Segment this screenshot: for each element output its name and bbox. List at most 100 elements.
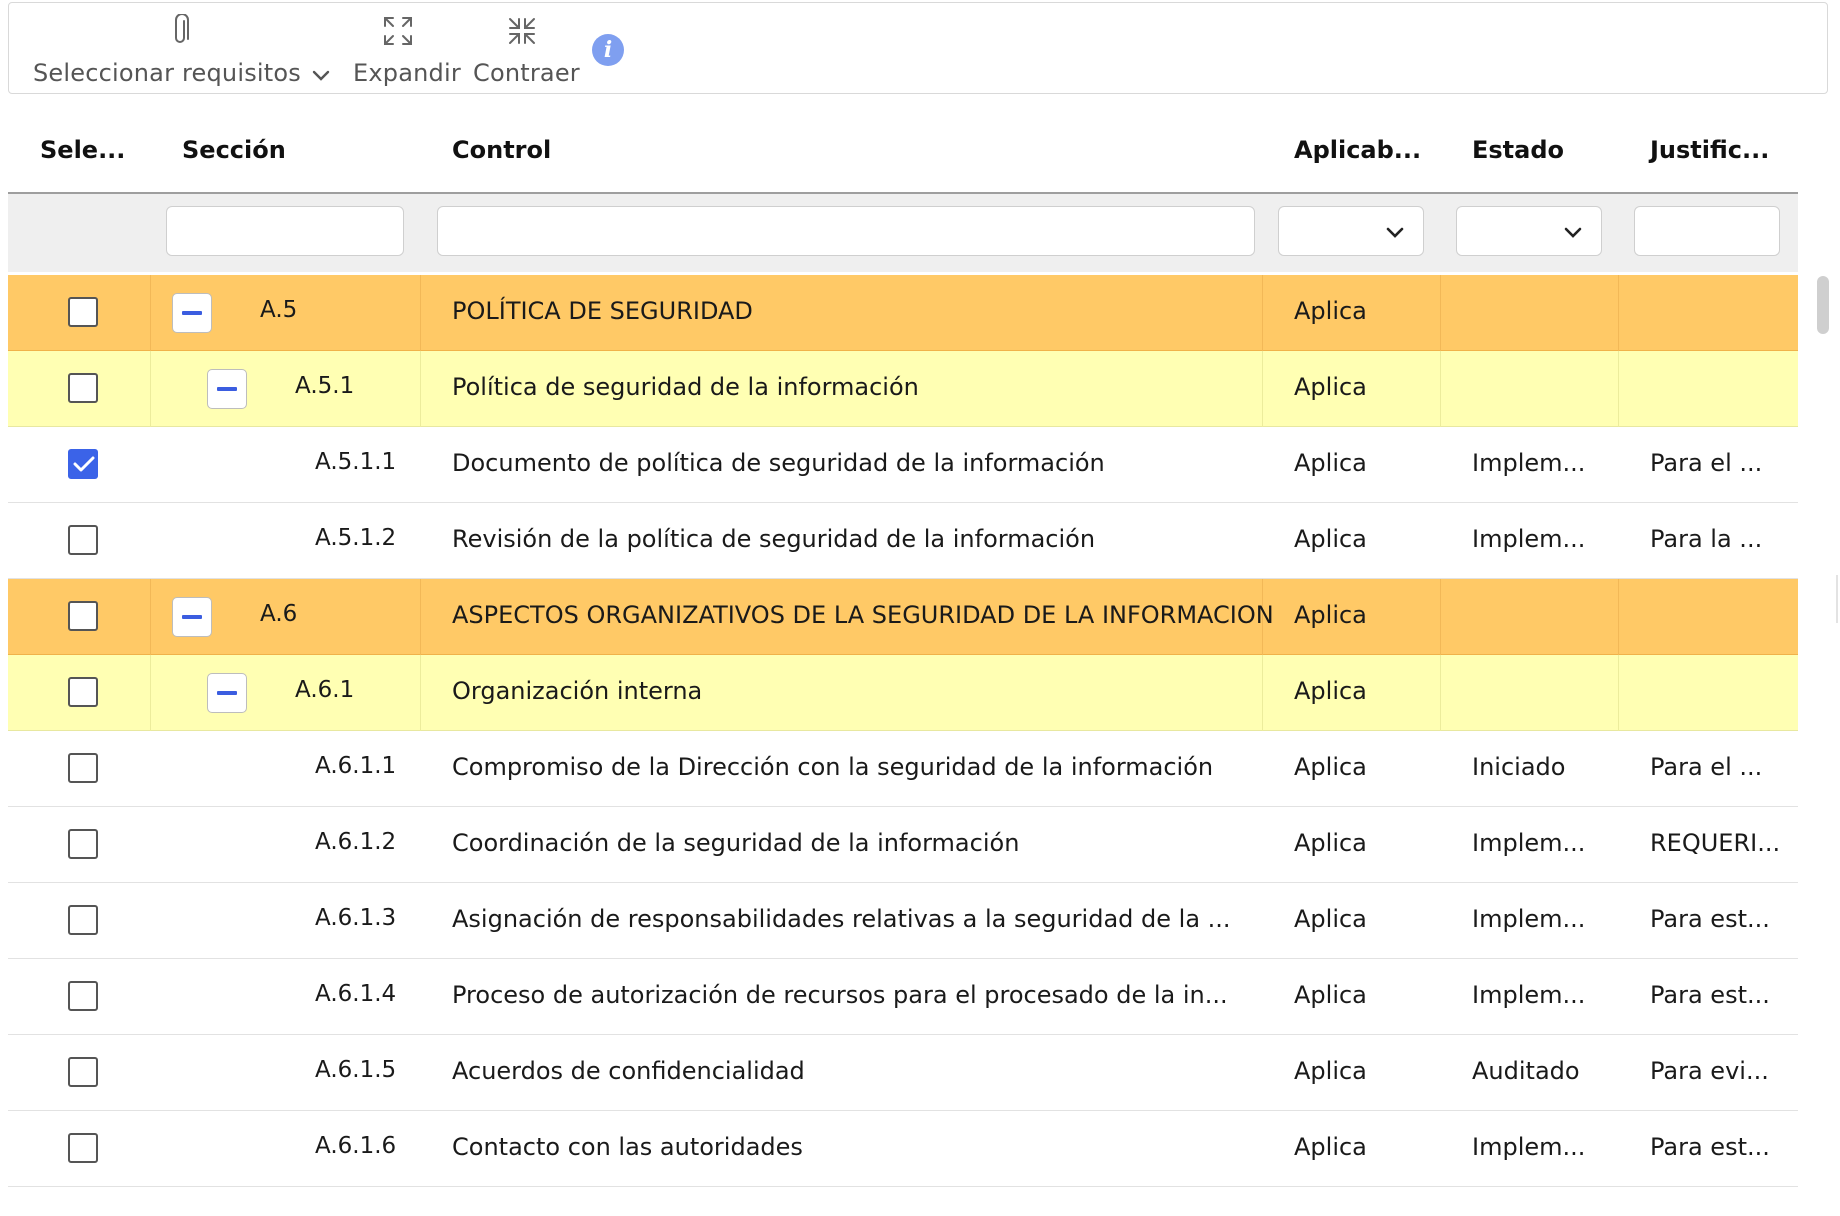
control-cell[interactable]: Documento de política de seguridad de la…: [452, 449, 1105, 477]
expand-button[interactable]: Expandir: [344, 3, 461, 95]
table-row[interactable]: A.5.1.2 Revisión de la política de seguri…: [8, 503, 1798, 579]
row-checkbox[interactable]: [68, 601, 98, 631]
column-header-control[interactable]: Control: [452, 136, 551, 164]
row-checkbox[interactable]: [68, 677, 98, 707]
column-separator: [1262, 731, 1263, 807]
column-separator: [1262, 427, 1263, 503]
applicability-cell: Aplica: [1294, 601, 1367, 629]
status-cell: Implem...: [1472, 905, 1586, 933]
section-filter-input[interactable]: [166, 206, 404, 256]
collapse-toggle-button[interactable]: [172, 597, 212, 637]
justification-cell: Para el ...: [1650, 753, 1763, 781]
column-separator: [150, 807, 151, 883]
status-filter-select[interactable]: [1456, 206, 1602, 256]
justification-cell: REQUERI...: [1650, 829, 1781, 857]
control-cell[interactable]: Coordinación de la seguridad de la infor…: [452, 829, 1019, 857]
minus-icon: [217, 387, 237, 391]
column-separator: [1618, 731, 1619, 807]
column-separator: [1618, 351, 1619, 427]
row-checkbox[interactable]: [68, 449, 98, 479]
column-separator: [150, 959, 151, 1035]
column-separator: [1262, 503, 1263, 579]
column-header-section[interactable]: Sección: [182, 136, 286, 164]
group-row[interactable]: A.6 ASPECTOS ORGANIZATIVOS DE LA SEGURIDA…: [8, 579, 1798, 655]
control-cell[interactable]: Contacto con las autoridades: [452, 1133, 803, 1161]
collapse-toggle-button[interactable]: [207, 369, 247, 409]
table-row[interactable]: A.6.1.5 Acuerdos de confidencialidad Aplic…: [8, 1035, 1798, 1111]
column-separator: [1618, 275, 1619, 351]
row-checkbox[interactable]: [68, 297, 98, 327]
column-separator: [420, 351, 421, 427]
control-cell[interactable]: Organización interna: [452, 677, 702, 705]
justification-filter-input[interactable]: [1634, 206, 1780, 256]
control-filter-input[interactable]: [437, 206, 1255, 256]
column-separator: [1440, 503, 1441, 579]
chevron-down-icon: [312, 60, 330, 88]
column-separator: [1440, 1111, 1441, 1187]
collapse-toggle-button[interactable]: [207, 673, 247, 713]
applicability-cell: Aplica: [1294, 373, 1367, 401]
row-checkbox[interactable]: [68, 373, 98, 403]
column-separator: [420, 883, 421, 959]
row-checkbox[interactable]: [68, 829, 98, 859]
column-separator: [1618, 579, 1619, 655]
row-checkbox[interactable]: [68, 525, 98, 555]
status-cell: Iniciado: [1472, 753, 1566, 781]
column-header-select[interactable]: Sele...: [40, 136, 125, 164]
column-separator: [1618, 503, 1619, 579]
column-separator: [420, 655, 421, 731]
table-row[interactable]: A.6.1.2 Coordinación de la seguridad de l…: [8, 807, 1798, 883]
column-separator: [420, 807, 421, 883]
group-row[interactable]: A.5 POLÍTICA DE SEGURIDAD Aplica: [8, 275, 1798, 351]
collapse-button[interactable]: Contraer: [464, 3, 584, 95]
control-cell[interactable]: Proceso de autorización de recursos para…: [452, 981, 1228, 1009]
justification-cell: Para la ...: [1650, 525, 1763, 553]
row-checkbox[interactable]: [68, 1133, 98, 1163]
scroll-edge-handle[interactable]: [1836, 575, 1838, 623]
column-separator: [150, 275, 151, 351]
column-header-justification[interactable]: Justific...: [1650, 136, 1769, 164]
row-checkbox[interactable]: [68, 905, 98, 935]
column-separator: [1262, 275, 1263, 351]
applicability-filter-select[interactable]: [1278, 206, 1424, 256]
column-separator: [1440, 1035, 1441, 1111]
table-row[interactable]: A.6.1.1 Compromiso de la Dirección con la…: [8, 731, 1798, 807]
control-cell[interactable]: POLÍTICA DE SEGURIDAD: [452, 297, 753, 325]
section-cell: A.6.1.3: [315, 905, 397, 931]
control-cell[interactable]: Acuerdos de confidencialidad: [452, 1057, 805, 1085]
info-icon[interactable]: i: [592, 34, 624, 66]
table-row[interactable]: A.6.1.3 Asignación de responsabilidades r…: [8, 883, 1798, 959]
vertical-scrollbar-thumb[interactable]: [1817, 276, 1829, 334]
control-cell[interactable]: Política de seguridad de la información: [452, 373, 919, 401]
row-checkbox[interactable]: [68, 1057, 98, 1087]
table-row[interactable]: A.6.1.6 Contacto con las autoridades Aplic…: [8, 1111, 1798, 1187]
row-checkbox[interactable]: [68, 753, 98, 783]
select-requirements-button[interactable]: Seleccionar requisitos: [33, 3, 333, 95]
table-row[interactable]: A.6.1.4 Proceso de autorización de recurs…: [8, 959, 1798, 1035]
control-cell[interactable]: Revisión de la política de seguridad de …: [452, 525, 1095, 553]
row-checkbox[interactable]: [68, 981, 98, 1011]
column-separator: [420, 503, 421, 579]
status-cell: Auditado: [1472, 1057, 1580, 1085]
column-separator: [150, 1111, 151, 1187]
column-separator: [150, 351, 151, 427]
minus-icon: [217, 691, 237, 695]
subgroup-row[interactable]: A.5.1 Política de seguridad de la informa…: [8, 351, 1798, 427]
status-cell: Implem...: [1472, 449, 1586, 477]
section-cell: A.5: [260, 297, 298, 323]
column-separator: [1440, 959, 1441, 1035]
collapse-toggle-button[interactable]: [172, 293, 212, 333]
control-cell[interactable]: Asignación de responsabilidades relativa…: [452, 905, 1231, 933]
status-cell: Implem...: [1472, 525, 1586, 553]
column-header-applicability[interactable]: Aplicab...: [1294, 136, 1421, 164]
subgroup-row[interactable]: A.6.1 Organización interna Aplica: [8, 655, 1798, 731]
control-cell[interactable]: Compromiso de la Dirección con la seguri…: [452, 753, 1213, 781]
expand-label: Expandir: [353, 59, 461, 87]
control-cell[interactable]: ASPECTOS ORGANIZATIVOS DE LA SEGURIDAD D…: [452, 601, 1274, 629]
column-header-status[interactable]: Estado: [1472, 136, 1564, 164]
table-row[interactable]: A.5.1.1 Documento de política de segurida…: [8, 427, 1798, 503]
applicability-cell: Aplica: [1294, 829, 1367, 857]
column-separator: [420, 1035, 421, 1111]
column-separator: [1618, 883, 1619, 959]
justification-cell: Para el ...: [1650, 449, 1763, 477]
